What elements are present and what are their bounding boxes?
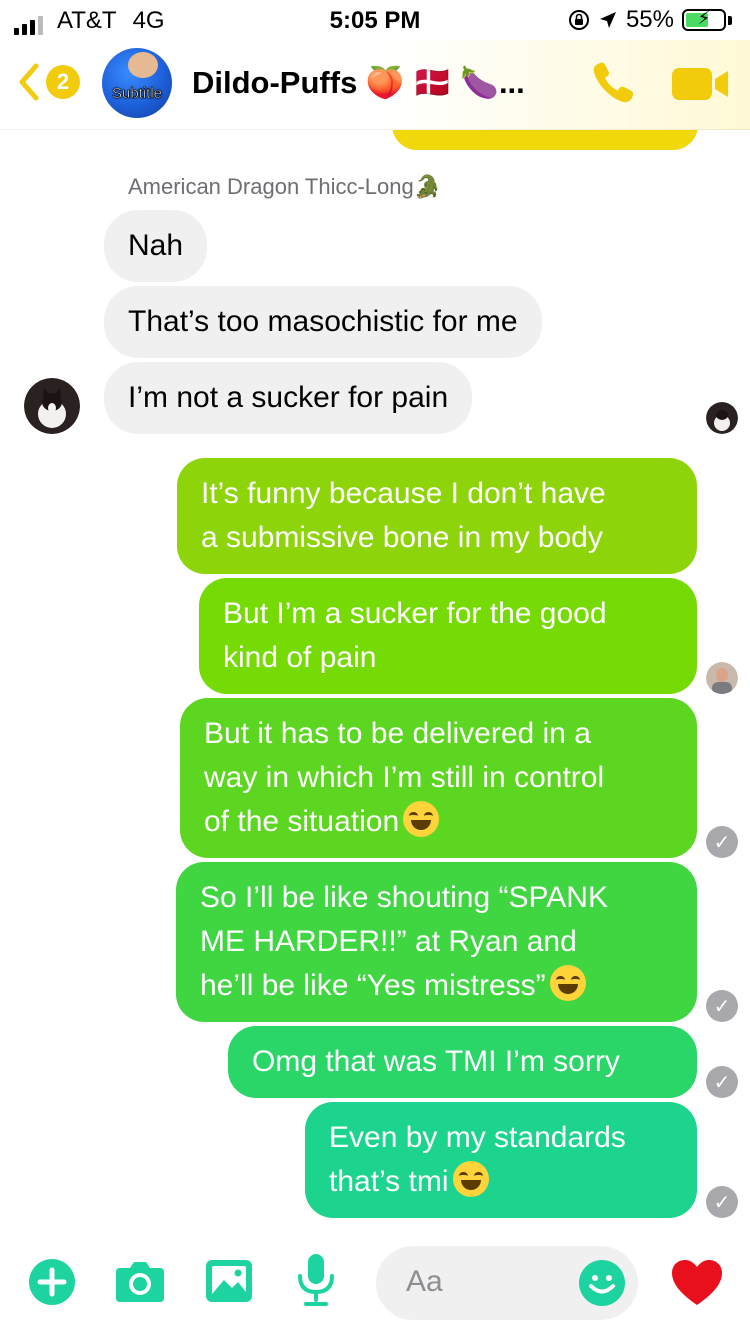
incoming-message[interactable]: That’s too masochistic for me bbox=[104, 286, 542, 358]
message-input[interactable] bbox=[406, 1262, 586, 1302]
message-list[interactable]: American Dragon Thicc-Long🐊 Nah That’s t… bbox=[0, 130, 750, 1240]
grinning-sweat-emoji-icon bbox=[403, 801, 440, 837]
microphone-icon[interactable] bbox=[294, 1252, 338, 1308]
read-receipt-avatar bbox=[706, 662, 738, 694]
battery-icon: ⚡ bbox=[682, 8, 726, 31]
phone-icon[interactable] bbox=[588, 58, 638, 108]
previous-message-bubble bbox=[392, 130, 698, 150]
outgoing-message[interactable]: Omg that was TMI I’m sorry bbox=[228, 1026, 697, 1098]
incoming-message[interactable]: I’m not a sucker for pain bbox=[104, 362, 473, 434]
avatar-caption: Subtitle bbox=[111, 85, 163, 103]
read-receipt-check-icon: ✓ bbox=[706, 1066, 738, 1098]
outgoing-message[interactable]: Even by my standards that’s tmi bbox=[305, 1102, 697, 1218]
unread-badge: 2 bbox=[46, 65, 80, 99]
image-icon[interactable] bbox=[204, 1258, 254, 1304]
back-button[interactable]: 2 bbox=[14, 62, 80, 102]
plus-circle-icon[interactable] bbox=[28, 1258, 76, 1306]
chat-header: 2 Subtitle Dildo-Puffs 🍑 🇩🇰 🍆... bbox=[0, 40, 750, 130]
status-bar: AT&T 4G 5:05 PM 55% ⚡ bbox=[0, 0, 750, 40]
laughing-tears-emoji-icon bbox=[549, 965, 586, 1001]
battery-percent: 55% bbox=[625, 6, 674, 33]
outgoing-message[interactable]: But I’m a sucker for the good kind of pa… bbox=[199, 578, 697, 694]
composer-bar bbox=[0, 1240, 750, 1334]
smiley-icon[interactable] bbox=[578, 1259, 626, 1307]
read-receipt-check-icon: ✓ bbox=[706, 826, 738, 858]
orientation-lock-icon bbox=[568, 10, 589, 30]
sender-avatar[interactable] bbox=[24, 378, 80, 434]
read-receipt-check-icon: ✓ bbox=[706, 990, 738, 1022]
message-input-box[interactable] bbox=[376, 1246, 638, 1320]
group-avatar[interactable]: Subtitle bbox=[102, 48, 172, 118]
chat-title[interactable]: Dildo-Puffs 🍑 🇩🇰 🍆... bbox=[192, 64, 525, 101]
incoming-message[interactable]: Nah bbox=[104, 210, 208, 282]
read-receipt-avatar bbox=[706, 402, 738, 434]
outgoing-message[interactable]: It’s funny because I don’t have a submis… bbox=[177, 458, 697, 574]
heart-icon[interactable] bbox=[670, 1258, 724, 1308]
location-arrow-icon bbox=[599, 12, 616, 28]
read-receipt-check-icon: ✓ bbox=[706, 1186, 738, 1218]
sender-name: American Dragon Thicc-Long🐊 bbox=[128, 174, 442, 199]
chevron-left-icon bbox=[19, 63, 39, 101]
camera-icon[interactable] bbox=[114, 1258, 166, 1304]
video-camera-icon[interactable] bbox=[672, 66, 730, 102]
laughing-tears-emoji-icon bbox=[452, 1161, 489, 1197]
outgoing-message[interactable]: But it has to be delivered in a way in w… bbox=[180, 698, 697, 858]
outgoing-message[interactable]: So I’ll be like shouting “SPANK ME HARDE… bbox=[176, 862, 697, 1022]
